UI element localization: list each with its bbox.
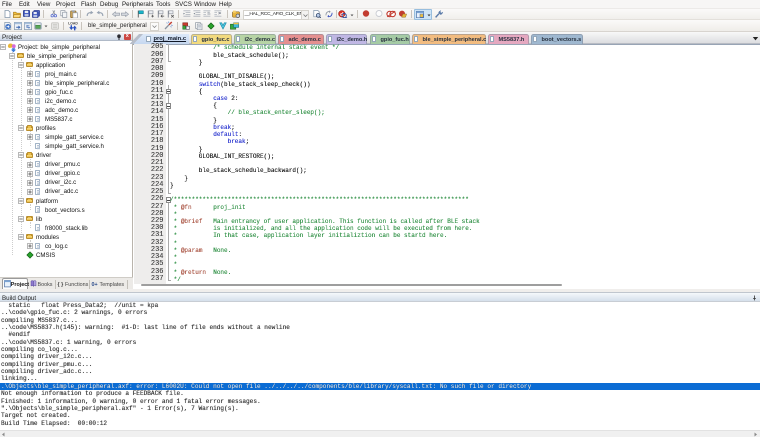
svg-text:LOAD: LOAD — [68, 21, 78, 25]
